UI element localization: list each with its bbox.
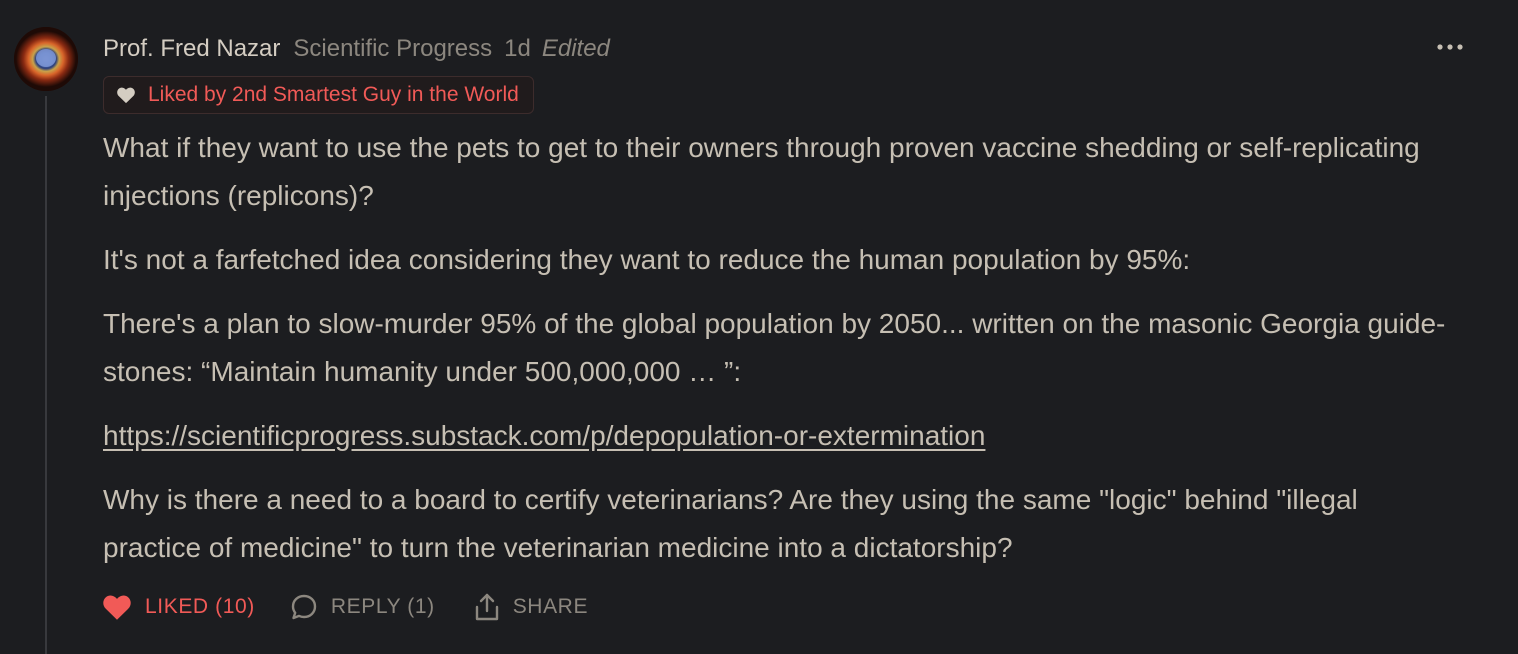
- comment-timestamp[interactable]: 1d: [504, 32, 531, 66]
- comment-actions: LIKED (10) REPLY (1) SHARE: [101, 589, 588, 625]
- share-button[interactable]: SHARE: [473, 592, 588, 622]
- speech-bubble-icon: [289, 592, 319, 622]
- like-button[interactable]: LIKED (10): [101, 593, 255, 621]
- edited-label: Edited: [541, 35, 610, 62]
- share-upload-icon: [473, 592, 501, 622]
- author-name[interactable]: Prof. Fred Nazar: [103, 32, 280, 66]
- more-horizontal-icon: [1437, 44, 1463, 50]
- comment-paragraph: What if they want to use the pets to get…: [103, 132, 1420, 211]
- comment-body: What if they want to use the pets to get…: [103, 124, 1463, 588]
- avatar[interactable]: [14, 27, 78, 91]
- liked-by-badge: Liked by 2nd Smartest Guy in the World: [103, 76, 534, 114]
- comment-paragraph: It's not a farfetched idea considering t…: [103, 244, 1191, 275]
- more-options-button[interactable]: [1432, 34, 1468, 60]
- article-link[interactable]: https://scientificprogress.substack.com/…: [103, 420, 985, 451]
- comment-paragraph: Why is there a need to a board to certif…: [103, 484, 1358, 563]
- heart-filled-icon: [101, 593, 133, 621]
- heart-icon: [116, 86, 136, 104]
- thread-line: [45, 96, 47, 654]
- reply-button[interactable]: REPLY (1): [289, 592, 435, 622]
- comment-paragraph: There's a plan to slow-murder 95% of the…: [103, 308, 1446, 387]
- liked-by-text: Liked by 2nd Smartest Guy in the World: [148, 83, 519, 106]
- like-label: LIKED (10): [145, 595, 255, 618]
- reply-label: REPLY (1): [330, 595, 435, 618]
- comment-header: Prof. Fred Nazar Scientific Progress 1d …: [103, 32, 610, 66]
- publication-name[interactable]: Scientific Progress: [293, 32, 492, 66]
- share-label: SHARE: [512, 595, 589, 618]
- link-paragraph: https://scientificprogress.substack.com/…: [103, 412, 1463, 460]
- helix-nebula-avatar-icon: [14, 27, 78, 91]
- comment: Prof. Fred Nazar Scientific Progress 1d …: [0, 0, 1518, 654]
